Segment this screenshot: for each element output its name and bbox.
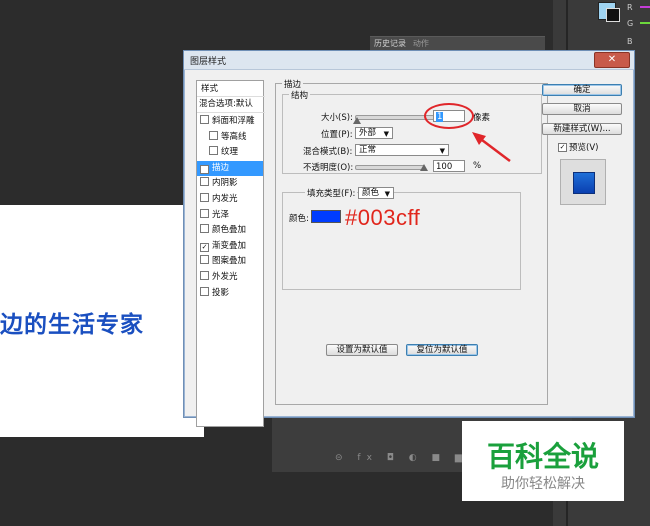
watermark: 百科全说 助你轻松解决: [462, 421, 624, 501]
tab-history[interactable]: 历史记录: [374, 39, 406, 48]
layer-style-dialog: 图层样式 ✕ 样式 混合选项:默认 斜面和浮雕 等高线 纹理 ✓ 描边 内阴影 内发光 光泽 颜色叠…: [183, 50, 635, 427]
new-style-button[interactable]: 新建样式(W)...: [542, 123, 622, 135]
cancel-button[interactable]: 取消: [542, 103, 622, 115]
background-swatch[interactable]: [606, 8, 620, 22]
canvas-text-layer: 边的生活专家: [0, 312, 144, 338]
style-preview-swatch: [573, 172, 595, 194]
tab-actions[interactable]: 动作: [413, 39, 429, 48]
color-slider-g[interactable]: [640, 22, 650, 24]
history-panel-tabs: 历史记录 动作: [370, 36, 545, 51]
preview-label: 预览(V): [569, 143, 599, 153]
swatch-label-r: R: [627, 3, 633, 12]
watermark-title: 百科全说: [486, 440, 599, 473]
watermark-subtitle: 助你轻松解决: [501, 476, 585, 492]
preview-checkbox[interactable]: ✓: [558, 143, 567, 152]
swatch-label-b: B: [627, 37, 633, 46]
style-preview: [560, 159, 606, 205]
swatch-label-g: G: [627, 19, 634, 28]
ok-button[interactable]: 确定: [542, 84, 622, 96]
color-slider-r[interactable]: [640, 6, 650, 8]
